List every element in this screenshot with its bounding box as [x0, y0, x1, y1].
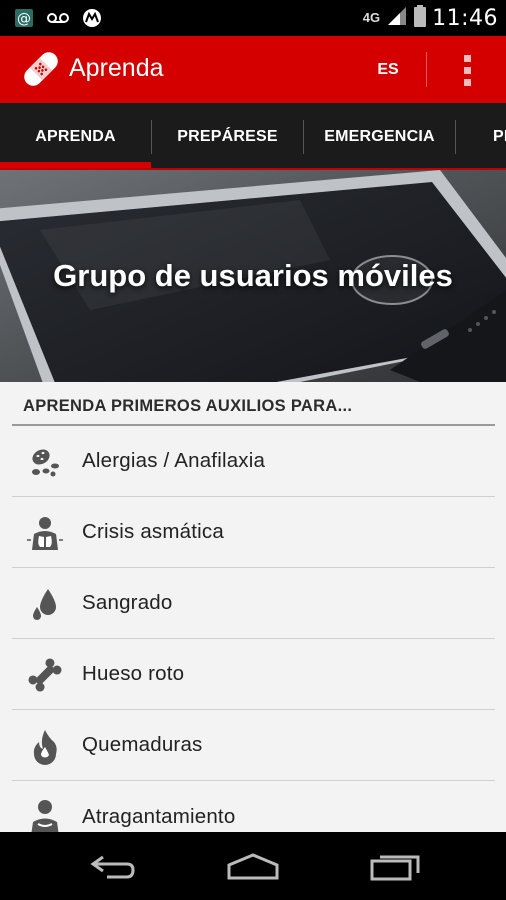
overflow-dot: [463, 66, 471, 74]
home-icon: [227, 853, 279, 880]
list-item-label: Atragantamiento: [82, 804, 236, 828]
svg-text:@: @: [17, 11, 31, 27]
overflow-dot: [463, 78, 471, 86]
list-item-label: Crisis asmática: [82, 520, 224, 543]
tab-bar: APRENDA PREPÁRESE EMERGENCIA PR: [0, 103, 506, 170]
app-title: Aprenda: [69, 54, 164, 82]
bone-icon: [26, 656, 64, 694]
tab-preparese[interactable]: PREPÁRESE: [152, 103, 303, 170]
back-button[interactable]: [78, 846, 148, 886]
list-item-broken-bone[interactable]: Hueso roto: [12, 639, 495, 710]
email-icon: @: [13, 7, 35, 29]
system-nav-bar: [0, 832, 506, 900]
tab-divider: [455, 120, 456, 154]
flame-icon: [26, 727, 64, 765]
overflow-menu-button[interactable]: [452, 52, 482, 88]
tab-emergencia[interactable]: EMERGENCIA: [304, 103, 455, 170]
list-item-label: Quemaduras: [82, 733, 203, 756]
list-item-label: Alergias / Anafilaxia: [82, 449, 266, 472]
recent-apps-button[interactable]: [360, 846, 430, 886]
list-item-asthma[interactable]: Crisis asmática: [12, 497, 495, 568]
section-header: APRENDA PRIMEROS AUXILIOS PARA...: [23, 397, 353, 415]
blood-drop-icon: [26, 585, 64, 623]
status-bar: @ 4G 11:46: [0, 0, 506, 36]
allergy-icon: [26, 443, 64, 481]
tab-partial[interactable]: PR: [493, 103, 506, 170]
choking-icon: [26, 798, 64, 832]
overflow-dot: [463, 54, 471, 62]
app-bar-divider: [426, 52, 427, 87]
list-item-allergies[interactable]: Alergias / Anafilaxia: [12, 426, 495, 497]
bandage-logo-icon: [18, 46, 64, 92]
voicemail-icon: [47, 7, 69, 29]
list-item-choking[interactable]: Atragantamiento: [12, 781, 495, 832]
clock: 11:46: [432, 5, 498, 31]
list-item-bleeding[interactable]: Sangrado: [12, 568, 495, 639]
list-item-burns[interactable]: Quemaduras: [12, 710, 495, 781]
topic-list: Alergias / Anafilaxia Crisis asmática Sa…: [12, 426, 495, 832]
list-item-label: Hueso roto: [82, 662, 185, 685]
signal-icon: [386, 6, 408, 31]
list-item-label: Sangrado: [82, 591, 173, 614]
content-panel: APRENDA PRIMEROS AUXILIOS PARA... Alergi…: [0, 382, 506, 832]
back-icon: [90, 855, 135, 879]
lungs-icon: [26, 514, 64, 552]
home-button[interactable]: [218, 846, 288, 886]
motorola-icon: [81, 7, 103, 29]
battery-icon: [414, 4, 427, 32]
hero-banner[interactable]: Grupo de usuarios móviles: [0, 170, 506, 382]
recent-apps-icon: [370, 855, 420, 881]
tab-aprenda[interactable]: APRENDA: [0, 103, 151, 170]
language-button[interactable]: ES: [366, 56, 410, 84]
app-bar: Aprenda ES: [0, 36, 506, 103]
network-type: 4G: [362, 10, 381, 25]
hero-title: Grupo de usuarios móviles: [53, 258, 453, 293]
